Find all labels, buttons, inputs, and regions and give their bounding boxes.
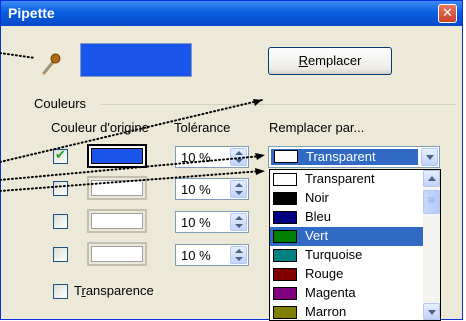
callout-lines (0, 52, 265, 192)
